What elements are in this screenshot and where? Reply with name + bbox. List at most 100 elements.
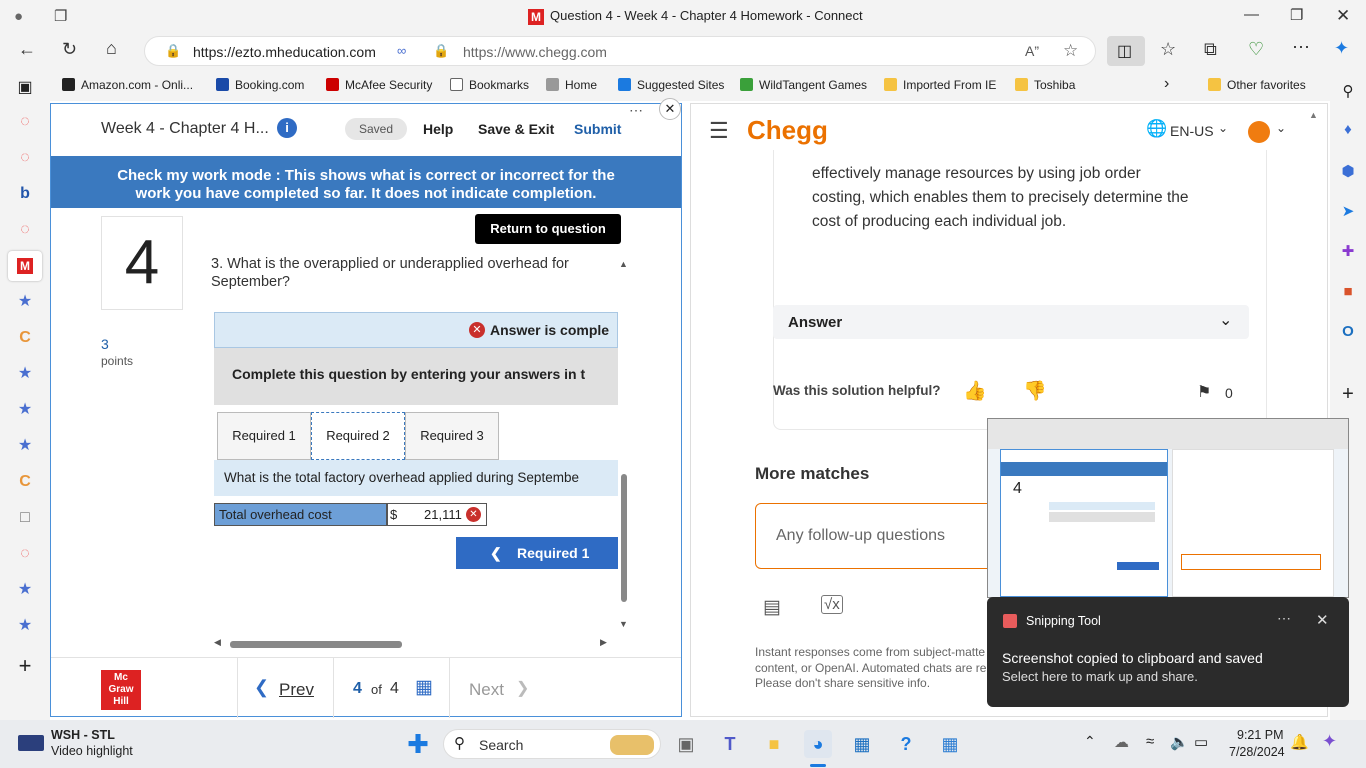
notification-bell-icon[interactable]: 🔔 [1290, 733, 1309, 751]
overhead-value[interactable]: 21,111 [424, 504, 462, 525]
onedrive-icon[interactable]: ☁ [1114, 733, 1129, 751]
split-screen-button[interactable]: ◫ [1107, 36, 1145, 66]
tab-required-3[interactable]: Required 3 [405, 412, 499, 460]
url-secondary[interactable]: https://www.chegg.com [463, 44, 607, 60]
telegram-icon[interactable]: ➤ [1338, 202, 1358, 222]
chevron-down-icon[interactable]: ⌄ [1276, 121, 1286, 135]
bookmark-imported-ie[interactable]: Imported From IE [884, 78, 996, 92]
chevron-up-icon[interactable]: ⌃ [1084, 733, 1096, 750]
hamburger-menu-icon[interactable]: ☰ [709, 118, 729, 144]
wifi-icon[interactable]: ≈ [1146, 733, 1154, 750]
bookmark-amazon[interactable]: Amazon.com - Onli... [62, 78, 193, 92]
tab-icon-star-5[interactable]: ★ [15, 580, 35, 600]
tab-icon-2[interactable]: ◌ [15, 148, 35, 168]
add-sidebar-icon[interactable]: + [1338, 384, 1358, 404]
avatar[interactable] [1248, 121, 1270, 143]
tab-icon-c-1[interactable]: C [15, 328, 35, 348]
tab-icon-1[interactable]: ◌ [15, 112, 35, 132]
tab-actions-icon[interactable]: ▣ [15, 78, 35, 98]
bookmark-bookmarks[interactable]: Bookmarks [450, 78, 529, 92]
bookmark-suggested-sites[interactable]: Suggested Sites [618, 78, 724, 92]
snipping-tool-notification[interactable]: Snipping Tool ⋯ ✕ Screenshot copied to c… [987, 597, 1349, 707]
copilot-taskbar-icon[interactable]: ✦ [1322, 731, 1337, 752]
url-primary[interactable]: https://ezto.mheducation.com [193, 44, 376, 60]
edge-icon[interactable]: ◕ [804, 730, 832, 758]
bookmark-booking[interactable]: Booking.com [216, 78, 304, 92]
pane-more-icon[interactable]: ⋯ [629, 102, 643, 119]
collections-icon[interactable]: ⧉ [1204, 39, 1217, 60]
thumbs-down-icon[interactable]: 👎 [1023, 379, 1047, 403]
vertical-scrollbar[interactable]: ▲ ▼ [619, 259, 631, 629]
chevron-right-icon[interactable]: ❯ [516, 678, 529, 698]
news-widget-sub[interactable]: Video highlight [51, 744, 133, 758]
store-icon[interactable]: ▦ [848, 730, 876, 758]
tab-icon-3[interactable]: ◌ [15, 220, 35, 240]
taskbar-search[interactable]: ⚲ Search [443, 729, 661, 759]
close-window-button[interactable]: ✕ [1336, 6, 1350, 26]
help-link[interactable]: Help [423, 121, 453, 137]
tab-icon-star-2[interactable]: ★ [15, 364, 35, 384]
profile-icon[interactable]: ● [14, 8, 23, 25]
image-upload-icon[interactable]: ▤ [763, 596, 781, 619]
tab-required-2[interactable]: Required 2 [311, 412, 405, 460]
help-icon[interactable]: ? [892, 730, 920, 758]
calculator-icon[interactable]: ▦ [936, 730, 964, 758]
hscroll-thumb[interactable] [230, 641, 402, 648]
prev-required-button[interactable]: ❮ Required 1 [456, 537, 618, 569]
scroll-left-icon[interactable]: ◀ [214, 637, 221, 648]
next-button[interactable]: Next [469, 680, 504, 700]
puzzle-icon[interactable]: ✚ [1338, 242, 1358, 262]
language-label[interactable]: EN-US [1170, 123, 1214, 139]
bookmark-home[interactable]: Home [546, 78, 597, 92]
browser-essentials-icon[interactable]: ♡ [1248, 39, 1264, 60]
copilot-icon[interactable]: ✦ [1334, 38, 1349, 59]
teams-icon[interactable]: T [716, 730, 744, 758]
refresh-button[interactable]: ↻ [62, 39, 77, 60]
outlook-icon[interactable]: O [1338, 322, 1358, 342]
back-button[interactable]: ← [18, 39, 36, 60]
more-menu-icon[interactable]: ⋯ [1292, 37, 1310, 58]
chegg-logo[interactable]: Chegg [747, 115, 828, 146]
screenshot-thumbnail[interactable]: 4 [987, 418, 1349, 598]
chevron-left-icon[interactable]: ❮ [254, 677, 269, 698]
clock-date[interactable]: 7/28/2024 [1229, 745, 1285, 759]
save-exit-link[interactable]: Save & Exit [478, 121, 554, 137]
close-pane-icon[interactable]: ✕ [659, 98, 681, 120]
scroll-down-icon[interactable]: ▼ [619, 619, 628, 629]
clock-time[interactable]: 9:21 PM [1237, 728, 1284, 742]
favorites-icon[interactable]: ☆ [1160, 39, 1176, 60]
bookmark-toshiba[interactable]: Toshiba [1015, 78, 1075, 92]
task-view-icon[interactable]: ▣ [672, 730, 700, 758]
chevron-down-icon[interactable]: ⌄ [1219, 310, 1232, 330]
bookmark-other-favorites[interactable]: Other favorites [1208, 78, 1306, 92]
grid-icon[interactable]: ▦ [415, 676, 433, 699]
thumbs-up-icon[interactable]: 👍 [963, 379, 987, 403]
overhead-input[interactable]: $ 21,111 ✕ [387, 503, 487, 526]
favorite-star-icon[interactable]: ☆ [1063, 41, 1078, 61]
volume-icon[interactable]: 🔈 [1170, 733, 1189, 751]
shopping-tag-icon[interactable]: ♦ [1338, 120, 1358, 140]
answer-accordion[interactable]: Answer ⌄ [773, 305, 1249, 339]
return-to-question-button[interactable]: Return to question [475, 214, 621, 244]
bookmark-mcafee[interactable]: McAfee Security [326, 78, 432, 92]
home-button[interactable]: ⌂ [106, 38, 117, 59]
scroll-right-icon[interactable]: ▶ [600, 637, 607, 648]
news-widget-title[interactable]: WSH - STL [51, 728, 115, 742]
scroll-up-icon[interactable]: ▲ [1309, 110, 1318, 120]
info-icon[interactable]: i [277, 118, 297, 138]
math-input-icon[interactable]: √x [821, 595, 843, 614]
start-button[interactable]: ✚ [404, 730, 432, 758]
chevron-right-icon[interactable]: › [1164, 75, 1169, 93]
tab-icon-4[interactable]: ◌ [15, 544, 35, 564]
workspaces-icon[interactable]: ❐ [54, 7, 67, 25]
tab-icon-page[interactable]: □ [15, 508, 35, 528]
notification-close-icon[interactable]: ✕ [1316, 611, 1329, 629]
horizontal-scrollbar[interactable]: ◀ ▶ [214, 637, 610, 651]
new-tab-plus-icon[interactable]: + [15, 655, 35, 677]
address-bar[interactable]: 🔒 https://ezto.mheducation.com ∞ 🔒 https… [144, 36, 1096, 66]
tab-icon-star-3[interactable]: ★ [15, 400, 35, 420]
read-aloud-icon[interactable]: A” [1025, 43, 1039, 59]
tab-connect-active[interactable]: M [8, 251, 42, 281]
battery-icon[interactable]: ▭ [1194, 733, 1208, 751]
bookmark-icon[interactable]: ⚑ [1197, 382, 1211, 402]
